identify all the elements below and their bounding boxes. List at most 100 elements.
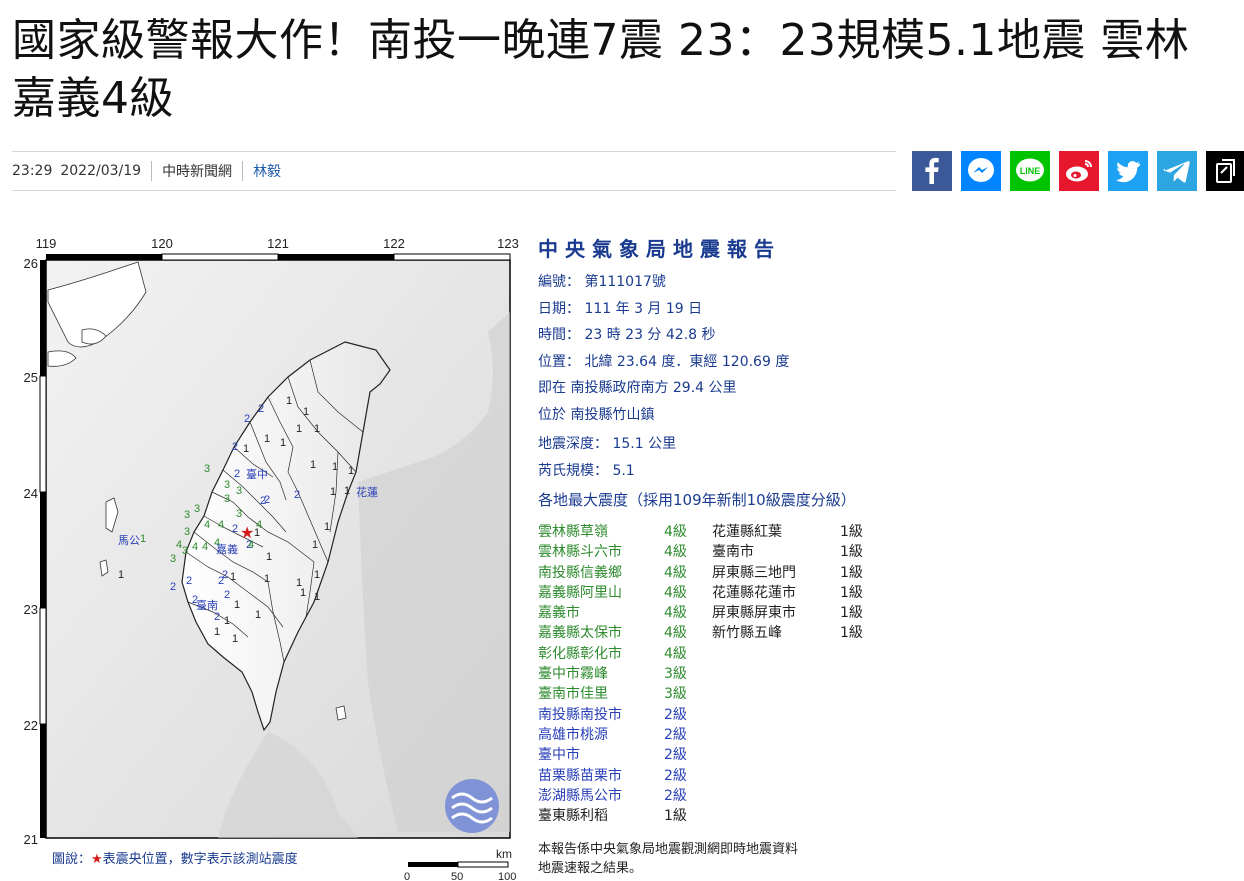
svg-text:1: 1: [324, 521, 330, 533]
svg-text:3: 3: [236, 485, 242, 497]
copy-link-button[interactable]: [1206, 151, 1244, 191]
earthquake-intensity-map: 119 120 121 122 123 26 25 24 23 22 21 11…: [24, 236, 519, 881]
report-footer-line: 本報告係中央氣象局地震觀測網即時地震資料: [538, 842, 799, 857]
map-label-chiayi: 嘉義: [216, 542, 238, 556]
station-name: 嘉義縣阿里山: [538, 584, 622, 601]
intensity-row: 澎湖縣馬公市 2級: [538, 786, 708, 806]
svg-text:3: 3: [184, 509, 190, 521]
intensity-row: 高雄市桃源 2級: [538, 725, 708, 745]
intensity-row: 屏東縣屏東市 1級: [712, 603, 872, 623]
station-name: 澎湖縣馬公市: [538, 787, 622, 804]
author-link[interactable]: 林毅: [253, 161, 281, 181]
station-name: 苗栗縣苗栗市: [538, 767, 622, 784]
telegram-share-button[interactable]: [1157, 151, 1197, 191]
svg-text:4: 4: [256, 519, 262, 531]
lat-tick-label: 23: [24, 602, 38, 617]
line-share-button[interactable]: LINE: [1010, 151, 1050, 191]
intensity-row: 嘉義市 4級: [538, 603, 708, 623]
svg-text:1: 1: [264, 433, 270, 445]
news-source: 中時新聞網: [162, 164, 233, 180]
svg-text:3: 3: [224, 479, 230, 491]
report-footer: 本報告係中央氣象局地震觀測網即時地震資料 地震速報之結果。: [538, 840, 798, 878]
svg-text:1: 1: [310, 459, 316, 471]
intensity-row: 嘉義縣太保市 4級: [538, 623, 708, 643]
svg-text:2: 2: [232, 523, 238, 535]
svg-text:4: 4: [204, 519, 210, 531]
station-name: 臺東縣利稻: [538, 808, 608, 825]
station-intensity-level: 1級: [840, 625, 863, 642]
svg-text:1: 1: [348, 465, 354, 477]
station-intensity-level: 1級: [840, 564, 863, 581]
report-position: 位置： 北緯 23.64 度．東經 120.69 度: [538, 353, 790, 370]
station-intensity-level: 4級: [664, 625, 687, 642]
svg-text:1: 1: [264, 573, 270, 585]
lon-tick-label: 119: [36, 236, 57, 251]
intensity-row: 花蓮縣紅葉 1級: [712, 522, 872, 542]
lat-tick-label: 25: [24, 370, 38, 385]
facebook-share-button[interactable]: [912, 151, 952, 191]
svg-text:1: 1: [280, 437, 286, 449]
station-name: 嘉義縣太保市: [538, 625, 622, 642]
legend-prefix: 圖說：: [52, 852, 92, 867]
svg-text:4: 4: [202, 541, 208, 553]
intensity-row: 雲林縣斗六市 4級: [538, 542, 708, 562]
intensity-row: 花蓮縣花蓮市 1級: [712, 583, 872, 603]
station-intensity-level: 4級: [664, 524, 687, 540]
twitter-icon: [1116, 161, 1140, 183]
report-number: 編號： 第111017號: [538, 274, 666, 290]
station-name: 臺中市: [538, 747, 580, 764]
weibo-share-button[interactable]: [1059, 151, 1099, 191]
twitter-share-button[interactable]: [1108, 151, 1148, 191]
svg-text:1: 1: [286, 395, 292, 407]
intensity-row: 雲林縣草嶺 4級: [538, 522, 708, 542]
cwb-logo: [445, 779, 499, 833]
intensity-row: 南投縣南投市 2級: [538, 705, 708, 725]
svg-text:1: 1: [266, 551, 272, 563]
station-intensity-level: 4級: [664, 584, 687, 601]
publish-time: 23:29: [12, 163, 53, 179]
svg-text:1: 1: [300, 587, 306, 599]
station-intensity-level: 1級: [840, 524, 863, 540]
station-intensity-level: 2級: [664, 726, 687, 743]
svg-text:1: 1: [232, 633, 238, 645]
intensity-row: 嘉義縣阿里山 4級: [538, 583, 708, 603]
intensity-row: 彰化縣彰化市 4級: [538, 644, 708, 664]
map-label-hualien: 花蓮: [356, 485, 378, 499]
svg-text:1: 1: [255, 609, 261, 621]
lon-tick-label: 123: [497, 236, 519, 251]
intensity-row: 臺中市 2級: [538, 745, 708, 765]
messenger-share-button[interactable]: [961, 151, 1001, 191]
station-intensity-level: 4級: [664, 544, 687, 561]
lon-tick-label: 122: [383, 236, 405, 251]
station-name: 花蓮縣花蓮市: [712, 584, 796, 601]
svg-text:4: 4: [218, 519, 224, 531]
svg-text:2: 2: [214, 611, 220, 623]
meta-divider: [242, 161, 244, 181]
svg-text:2: 2: [244, 413, 250, 425]
station-name: 彰化縣彰化市: [538, 645, 622, 662]
station-name: 臺南市佳里: [538, 686, 608, 703]
intensity-column-right: 花蓮縣紅葉 1級 臺南市 1級 屏東縣三地門 1級 花蓮縣花蓮市 1級 屏東縣屏東市 1級 新竹縣五…: [712, 522, 872, 644]
longitude-labels: 119 120 121 122 123: [36, 236, 519, 251]
svg-text:1: 1: [140, 533, 146, 545]
report-footer-line: 地震速報之結果。: [538, 861, 643, 876]
station-intensity-level: 2級: [664, 767, 687, 784]
station-intensity-level: 2級: [664, 706, 687, 723]
lat-tick-label: 26: [24, 256, 38, 271]
scale-value: 50: [451, 871, 463, 881]
svg-text:2: 2: [224, 589, 230, 601]
svg-text:3: 3: [184, 526, 190, 538]
station-name: 花蓮縣紅葉: [712, 524, 782, 540]
report-located-at: 即在 南投縣政府南方 29.4 公里: [538, 380, 737, 396]
station-intensity-level: 3級: [664, 666, 687, 683]
green-island: [335, 705, 347, 721]
station-name: 雲林縣斗六市: [538, 544, 622, 561]
station-name: 嘉義市: [538, 605, 580, 622]
intensity-row: 臺東縣利稻 1級: [538, 806, 708, 826]
svg-text:1: 1: [243, 443, 249, 455]
svg-text:2: 2: [264, 494, 270, 506]
lat-tick-label: 22: [24, 718, 38, 733]
facebook-icon: [925, 157, 939, 184]
svg-text:2: 2: [232, 441, 238, 453]
line-icon-text: LINE: [1020, 166, 1041, 176]
